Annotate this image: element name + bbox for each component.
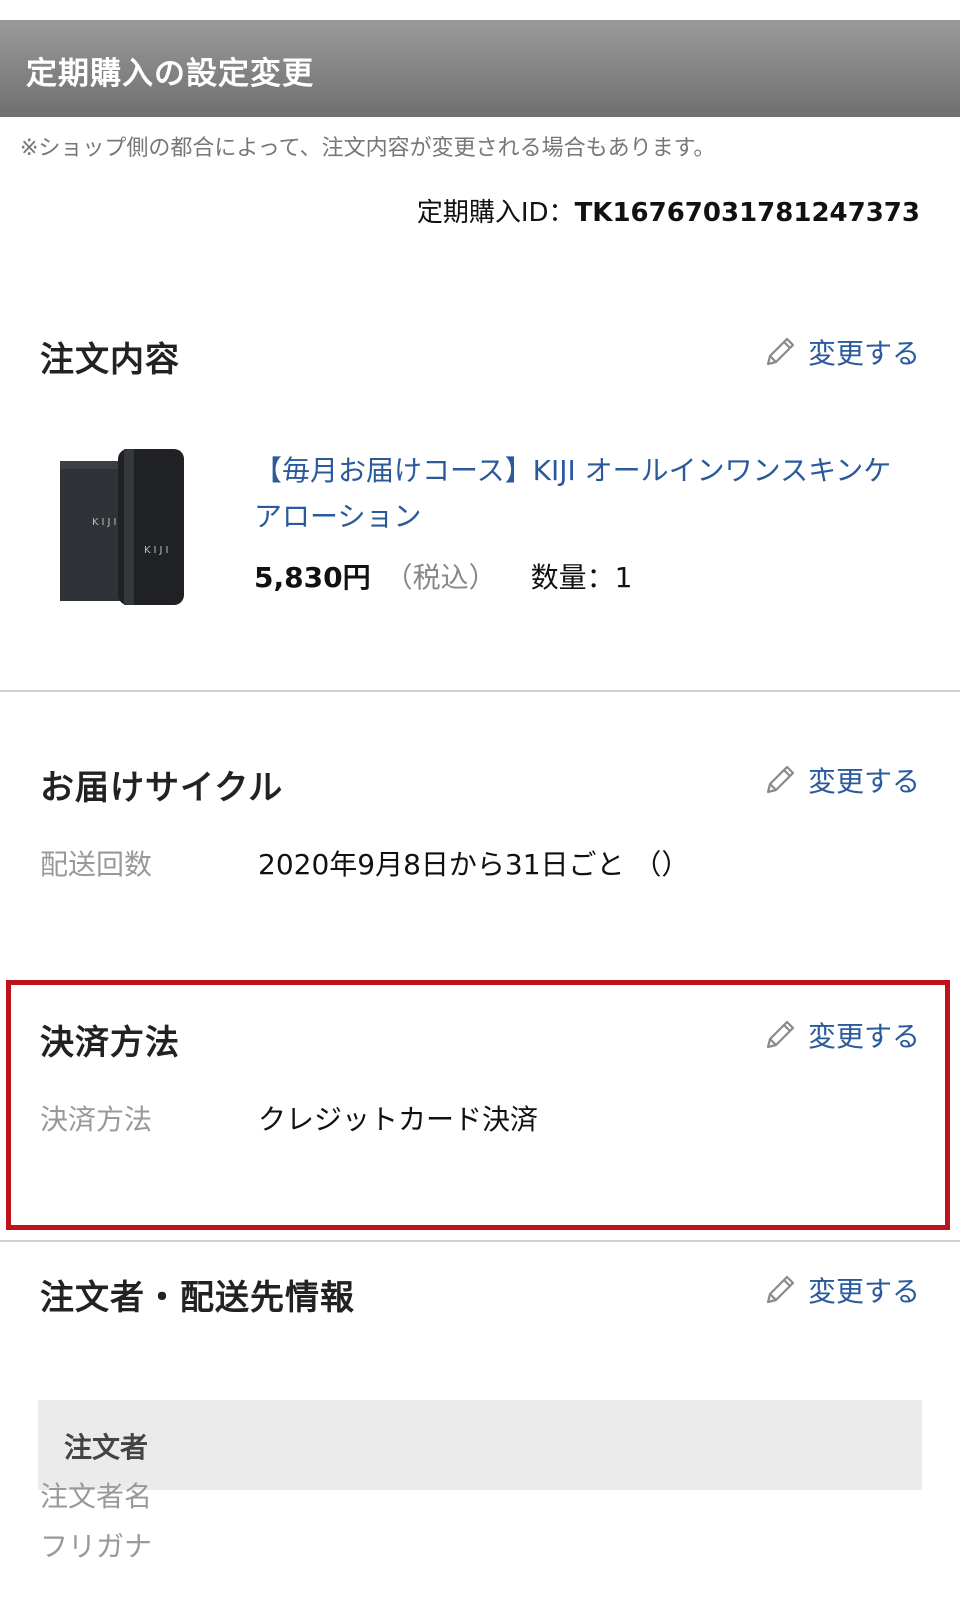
- customer-change-label: 変更する: [807, 1275, 920, 1308]
- orderer-subheader: 注文者: [38, 1400, 922, 1490]
- product-brand-bottle: KIJI: [144, 545, 171, 556]
- payment-change-label: 変更する: [807, 1020, 920, 1053]
- page-header: 定期購入の設定変更: [0, 20, 960, 117]
- pencil-icon: [766, 337, 795, 366]
- delivery-row-label: 配送回数: [40, 848, 153, 881]
- payment-row-label: 決済方法: [40, 1103, 153, 1136]
- page-title: 定期購入の設定変更: [26, 56, 314, 92]
- delivery-change-label: 変更する: [807, 765, 920, 798]
- section-divider: [0, 1240, 960, 1242]
- customer-section-title: 注文者・配送先情報: [40, 1278, 355, 1318]
- notice-text: ※ショップ側の都合によって、注文内容が変更される場合もあります。: [20, 136, 716, 161]
- delivery-change-link[interactable]: 変更する: [762, 760, 920, 800]
- product-image: KIJI KIJI: [52, 445, 212, 610]
- subscription-id: 定期購入ID：TK16767031781247373: [417, 192, 920, 229]
- payment-change-link[interactable]: 変更する: [762, 1015, 920, 1055]
- pencil-icon: [766, 765, 795, 794]
- delivery-section-title: お届けサイクル: [40, 768, 284, 808]
- delivery-row-value: 2020年9月8日から31日ごと （）: [258, 848, 690, 881]
- order-change-link[interactable]: 変更する: [762, 332, 920, 372]
- tax-note: （税込）: [384, 561, 497, 594]
- section-divider: [0, 690, 960, 692]
- payment-row-value: クレジットカード決済: [258, 1103, 539, 1136]
- orderer-furigana-label: フリガナ: [40, 1530, 153, 1563]
- product-brand-box: KIJI: [92, 517, 119, 528]
- subscription-id-label: 定期購入ID：: [416, 198, 575, 228]
- order-section-title: 注文内容: [40, 340, 180, 380]
- product-name-link[interactable]: 【毎月お届けコース】KIJI オールインワンスキンケアローション: [254, 448, 914, 540]
- orderer-subheader-label: 注文者: [64, 1431, 149, 1464]
- pencil-icon: [766, 1275, 795, 1304]
- price-line: 5,830円 （税込） 数量：1: [254, 556, 632, 596]
- order-change-label: 変更する: [807, 337, 920, 370]
- product-price: 5,830円: [254, 561, 371, 594]
- pencil-icon: [766, 1020, 795, 1049]
- product-quantity: 数量：1: [530, 561, 633, 594]
- orderer-name-label: 注文者名: [40, 1480, 153, 1513]
- subscription-id-value: TK16767031781247373: [574, 198, 920, 228]
- payment-section-title: 決済方法: [40, 1023, 180, 1063]
- customer-change-link[interactable]: 変更する: [762, 1270, 920, 1310]
